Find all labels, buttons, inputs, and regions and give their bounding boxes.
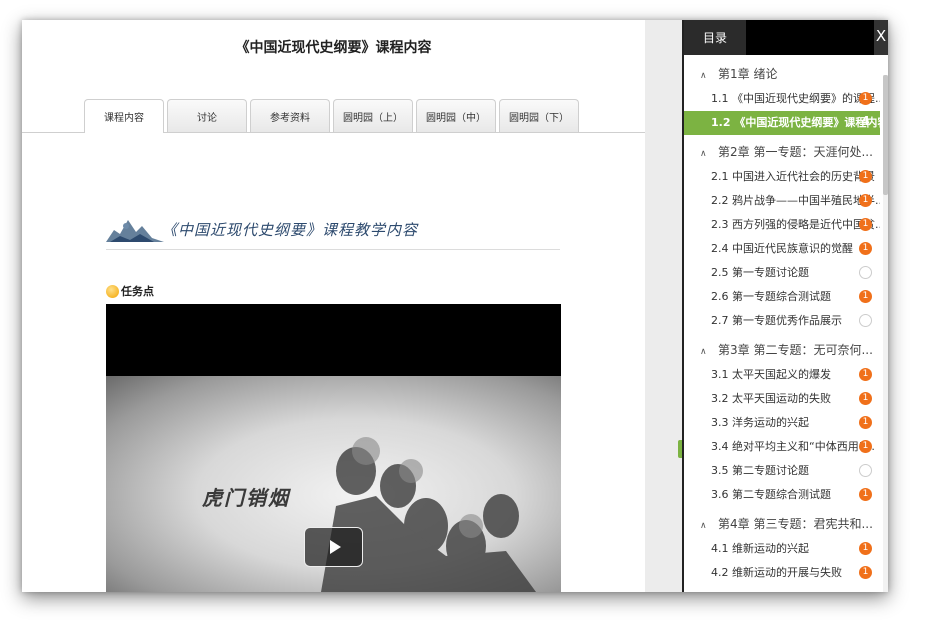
- chapter-1[interactable]: ∧ 第1章 绪论: [684, 62, 880, 87]
- landscape-logo-icon: [106, 220, 164, 242]
- chapter-4[interactable]: ∧ 第4章 第三专题：君宪共和...: [684, 512, 880, 537]
- task-count-badge: 1: [859, 368, 872, 381]
- lesson-1-1[interactable]: 1.1 《中国近现代史纲要》的课程... 1: [684, 87, 880, 111]
- chevron-up-icon: ∧: [700, 71, 707, 81]
- lesson-3-5[interactable]: 3.5 第二专题讨论题: [684, 459, 880, 483]
- task-count-badge: 1: [859, 170, 872, 183]
- task-count-badge: 1: [859, 290, 872, 303]
- lesson-label: 4.1 维新运动的兴起: [711, 542, 809, 555]
- task-count-badge: 1: [859, 194, 872, 207]
- task-point: 任务点: [106, 283, 154, 299]
- chapter-title: 第1章 绪论: [718, 67, 778, 81]
- chevron-up-icon: ∧: [700, 149, 707, 159]
- lesson-label: 2.6 第一专题综合测试题: [711, 290, 831, 303]
- page-title: 《中国近现代史纲要》课程内容: [235, 40, 432, 56]
- lesson-label: 3.1 太平天国起义的爆发: [711, 368, 831, 381]
- chevron-up-icon: ∧: [700, 521, 707, 531]
- task-count-badge: 4: [861, 114, 870, 128]
- course-banner: 《中国近现代史纲要》课程教学内容: [106, 208, 560, 250]
- chapter-3[interactable]: ∧ 第3章 第二专题：无可奈何...: [684, 338, 880, 363]
- scrollbar-thumb[interactable]: [883, 75, 888, 195]
- lesson-label: 2.4 中国近代民族意识的觉醒: [711, 242, 853, 255]
- tab-yuanmingyuan-1[interactable]: 圆明园（上）: [333, 99, 413, 132]
- chapter-title: 第4章 第三专题：君宪共和...: [718, 517, 873, 531]
- lesson-2-3[interactable]: 2.3 西方列强的侵略是近代中国贫... 1: [684, 213, 880, 237]
- task-count-badge: 1: [859, 218, 872, 231]
- panel-splitter: [645, 20, 682, 592]
- task-empty-badge: [859, 266, 872, 279]
- lesson-2-5[interactable]: 2.5 第一专题讨论题: [684, 261, 880, 285]
- lesson-label: 2.5 第一专题讨论题: [711, 266, 809, 279]
- banner-title: 《中国近现代史纲要》课程教学内容: [162, 221, 419, 239]
- lesson-label: 3.4 绝对平均主义和“中体西用”...: [711, 440, 875, 453]
- close-icon[interactable]: X: [874, 20, 888, 55]
- lesson-1-2[interactable]: 1.2 《中国近现代史纲要》课程内容 4: [684, 111, 880, 135]
- tab-bar: 课程内容 讨论 参考资料 圆明园（上） 圆明园（中） 圆明园（下）: [84, 99, 582, 133]
- task-count-badge: 1: [859, 542, 872, 555]
- toc-list: ∧ 第1章 绪论 1.1 《中国近现代史纲要》的课程... 1 1.2 《中国近现代…: [684, 60, 880, 585]
- tab-discussion[interactable]: 讨论: [167, 99, 247, 132]
- lesson-label: 3.5 第二专题讨论题: [711, 464, 809, 477]
- chapter-title: 第3章 第二专题：无可奈何...: [718, 343, 873, 357]
- lesson-label: 3.6 第二专题综合测试题: [711, 488, 831, 501]
- lesson-label: 2.7 第一专题优秀作品展示: [711, 314, 842, 327]
- lesson-2-2[interactable]: 2.2 鸦片战争——中国半殖民地半... 1: [684, 189, 880, 213]
- tab-yuanmingyuan-3[interactable]: 圆明园（下）: [499, 99, 579, 132]
- lesson-3-1[interactable]: 3.1 太平天国起义的爆发 1: [684, 363, 880, 387]
- tab-course-content[interactable]: 课程内容: [84, 99, 164, 133]
- sidebar-header: 目录 X: [684, 20, 888, 55]
- lesson-2-6[interactable]: 2.6 第一专题综合测试题 1: [684, 285, 880, 309]
- lesson-3-3[interactable]: 3.3 洋务运动的兴起 1: [684, 411, 880, 435]
- task-count-badge: 1: [859, 92, 872, 105]
- lesson-label: 4.2 维新运动的开展与失败: [711, 566, 842, 579]
- task-count-badge: 1: [859, 440, 872, 453]
- lesson-label: 3.2 太平天国运动的失败: [711, 392, 831, 405]
- lesson-3-4[interactable]: 3.4 绝对平均主义和“中体西用”... 1: [684, 435, 880, 459]
- tab-yuanmingyuan-2[interactable]: 圆明园（中）: [416, 99, 496, 132]
- chapter-title: 第2章 第一专题：天涯何处...: [718, 145, 873, 159]
- main-content: 《中国近现代史纲要》课程内容 课程内容 讨论 参考资料 圆明园（上） 圆明园（中…: [22, 20, 645, 592]
- task-count-badge: 1: [859, 566, 872, 579]
- task-dot-icon: [106, 284, 119, 298]
- task-empty-badge: [859, 464, 872, 477]
- video-caption: 虎门销烟: [202, 486, 290, 510]
- task-count-badge: 1: [859, 488, 872, 501]
- lesson-3-2[interactable]: 3.2 太平天国运动的失败 1: [684, 387, 880, 411]
- lesson-label: 2.3 西方列强的侵略是近代中国贫...: [711, 218, 880, 231]
- lesson-label: 1.2 《中国近现代史纲要》课程内容: [711, 116, 880, 129]
- lesson-2-7[interactable]: 2.7 第一专题优秀作品展示: [684, 309, 880, 333]
- chevron-up-icon: ∧: [700, 347, 707, 357]
- lesson-label: 2.1 中国进入近代社会的历史背景: [711, 170, 875, 183]
- lesson-2-4[interactable]: 2.4 中国近代民族意识的觉醒 1: [684, 237, 880, 261]
- app-window: 《中国近现代史纲要》课程内容 课程内容 讨论 参考资料 圆明园（上） 圆明园（中…: [22, 20, 888, 592]
- task-count-badge: 1: [859, 392, 872, 405]
- lesson-3-6[interactable]: 3.6 第二专题综合测试题 1: [684, 483, 880, 507]
- task-label: 任务点: [121, 285, 154, 298]
- lesson-label: 3.3 洋务运动的兴起: [711, 416, 809, 429]
- tab-references[interactable]: 参考资料: [250, 99, 330, 132]
- lesson-4-2[interactable]: 4.2 维新运动的开展与失败 1: [684, 561, 880, 585]
- task-count-badge: 1: [859, 242, 872, 255]
- video-player[interactable]: 虎门销烟: [106, 304, 561, 592]
- tab-toc[interactable]: 目录: [684, 20, 746, 55]
- lesson-2-1[interactable]: 2.1 中国进入近代社会的历史背景 1: [684, 165, 880, 189]
- play-icon: [329, 540, 341, 554]
- chapter-2[interactable]: ∧ 第2章 第一专题：天涯何处...: [684, 140, 880, 165]
- toc-sidebar: 目录 X ∧ 第1章 绪论 1.1 《中国近现代史纲要》的课程... 1 1.2 《…: [682, 20, 888, 592]
- lesson-4-1[interactable]: 4.1 维新运动的兴起 1: [684, 537, 880, 561]
- lesson-label: 1.1 《中国近现代史纲要》的课程...: [711, 92, 880, 105]
- play-button[interactable]: [304, 527, 363, 567]
- task-empty-badge: [859, 314, 872, 327]
- lesson-label: 2.2 鸦片战争——中国半殖民地半...: [711, 194, 880, 207]
- task-count-badge: 1: [859, 416, 872, 429]
